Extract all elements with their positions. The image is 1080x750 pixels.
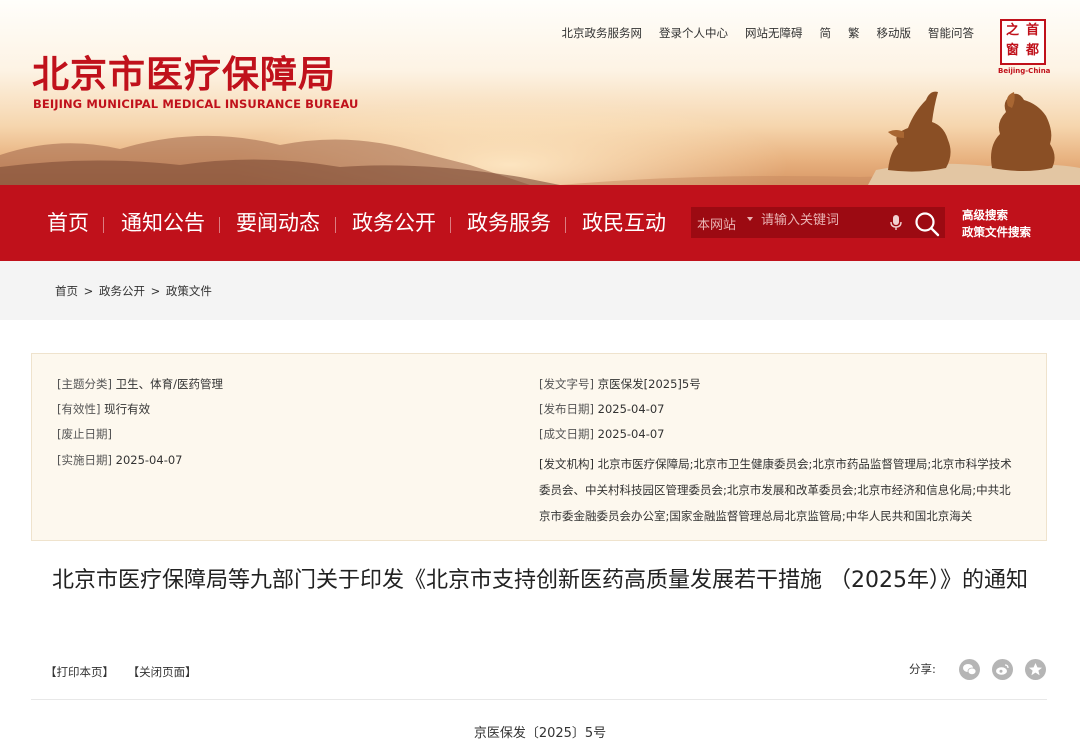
policy-search-link[interactable]: 政策文件搜索 [962, 224, 1031, 241]
content-divider [31, 699, 1047, 700]
document-title: 北京市医疗保障局等九部门关于印发《北京市支持创新医药高质量发展若干措施 （202… [52, 568, 1028, 593]
info-publish-date: [发布日期] 2025-04-07 [539, 401, 664, 417]
search-input[interactable] [761, 213, 881, 228]
microphone-icon[interactable] [889, 214, 903, 232]
advanced-search-link[interactable]: 高级搜索 [962, 207, 1031, 224]
seal-char: 窗 [1006, 43, 1020, 58]
info-value: 2025-04-07 [597, 402, 665, 416]
nav-item-notices[interactable]: 通知公告 [121, 209, 205, 237]
nav-item-gov-service[interactable]: 政务服务 [467, 209, 551, 237]
top-link-accessibility[interactable]: 网站无障碍 [745, 25, 803, 41]
seal-char: 之 [1006, 23, 1020, 38]
info-key: [发文字号] [539, 377, 594, 391]
search-icon[interactable] [914, 211, 940, 237]
info-key: [实施日期] [57, 453, 112, 467]
nav-separator [335, 217, 336, 233]
breadcrumb-gov-affairs[interactable]: 政务公开 [99, 284, 145, 298]
seal-char: 首 [1026, 23, 1040, 38]
top-link-traditional[interactable]: 繁 [848, 25, 860, 41]
nav-item-interaction[interactable]: 政民互动 [582, 209, 666, 237]
info-value: 卫生、体育/医药管理 [115, 377, 224, 391]
info-doc-number: [发文字号] 京医保发[2025]5号 [539, 376, 701, 392]
info-issuing-orgs: [发文机构] 北京市医疗保障局;北京市卫生健康委员会;北京市药品监督管理局;北京… [539, 451, 1013, 529]
top-link-gov-service[interactable]: 北京政务服务网 [562, 25, 643, 41]
chevron-down-icon [747, 217, 753, 221]
document-info-box: [主题分类] 卫生、体育/医药管理 [有效性] 现行有效 [废止日期] [实施日… [31, 353, 1047, 541]
top-links: 北京政务服务网 登录个人中心 网站无障碍 简 繁 移动版 智能问答 [545, 25, 975, 41]
breadcrumb-bar: 首页 > 政务公开 > 政策文件 [0, 261, 1080, 320]
info-written-date: [成文日期] 2025-04-07 [539, 426, 664, 442]
info-key: [发文机构] [539, 457, 594, 471]
wechat-icon[interactable] [959, 659, 980, 680]
info-key: [发布日期] [539, 402, 594, 416]
info-effective-date: [实施日期] 2025-04-07 [57, 452, 182, 468]
nav-item-news[interactable]: 要闻动态 [236, 209, 320, 237]
nav-item-home[interactable]: 首页 [47, 209, 89, 237]
info-key: [有效性] [57, 402, 101, 416]
share-label: 分享: [909, 662, 936, 676]
nav-separator [103, 217, 104, 233]
info-repeal-date: [废止日期] [57, 426, 112, 442]
breadcrumb-home[interactable]: 首页 [55, 284, 78, 298]
breadcrumb-separator: > [150, 284, 161, 298]
info-topic: [主题分类] 卫生、体育/医药管理 [57, 376, 223, 392]
info-value: 北京市医疗保障局;北京市卫生健康委员会;北京市药品监督管理局;北京市科学技术委员… [539, 457, 1012, 523]
nav-separator [565, 217, 566, 233]
search-box: 本网站 [691, 207, 945, 238]
document-number-line: 京医保发〔2025〕5号 [473, 726, 607, 741]
page-tools: 【打印本页】 【关闭页面】 [45, 664, 207, 680]
weibo-icon[interactable] [992, 659, 1013, 680]
seal-english: Beijing-China [998, 67, 1051, 75]
capital-window-seal[interactable]: 首 都 之 窗 [1000, 19, 1046, 65]
seal-char: 都 [1026, 43, 1040, 58]
header-banner: 北京市医疗保障局 BEIJING MUNICIPAL MEDICAL INSUR… [0, 0, 1080, 185]
nav-separator [450, 217, 451, 233]
site-logo-english: BEIJING MUNICIPAL MEDICAL INSURANCE BURE… [33, 97, 359, 111]
advanced-search-links: 高级搜索 政策文件搜索 [962, 207, 1031, 241]
top-link-login[interactable]: 登录个人中心 [659, 25, 728, 41]
nav-separator [219, 217, 220, 233]
info-key: [主题分类] [57, 377, 112, 391]
breadcrumb: 首页 > 政务公开 > 政策文件 [55, 283, 212, 299]
breadcrumb-separator: > [83, 284, 94, 298]
qzone-icon[interactable] [1025, 659, 1046, 680]
site-logo[interactable]: 北京市医疗保障局 [32, 52, 336, 96]
close-page-link[interactable]: 【关闭页面】 [128, 665, 197, 679]
info-value: 京医保发[2025]5号 [597, 377, 701, 391]
top-link-simplified[interactable]: 简 [820, 25, 832, 41]
info-value: 2025-04-07 [115, 453, 183, 467]
info-validity: [有效性] 现行有效 [57, 401, 150, 417]
search-scope-select[interactable]: 本网站 [697, 214, 736, 233]
info-value: 2025-04-07 [597, 427, 665, 441]
top-link-mobile[interactable]: 移动版 [877, 25, 912, 41]
breadcrumb-policy-docs[interactable]: 政策文件 [166, 284, 212, 298]
info-value: 现行有效 [104, 402, 151, 416]
print-page-link[interactable]: 【打印本页】 [45, 665, 114, 679]
info-key: [废止日期] [57, 427, 112, 441]
nav-item-gov-affairs[interactable]: 政务公开 [352, 209, 436, 237]
top-link-smart-qa[interactable]: 智能问答 [928, 25, 974, 41]
info-key: [成文日期] [539, 427, 594, 441]
bronze-statues-decoration [868, 91, 1080, 185]
